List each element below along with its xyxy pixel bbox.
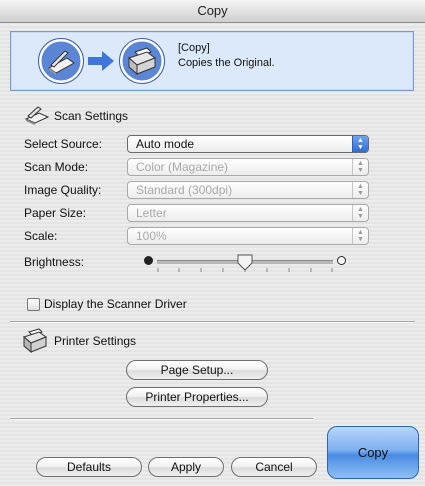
banner-description: Copies the Original.: [178, 57, 275, 69]
brightness-min-icon: [144, 256, 153, 265]
display-scanner-driver-checkbox[interactable]: [27, 298, 40, 311]
scan-settings-title: Scan Settings: [54, 109, 129, 123]
printer-properties-button[interactable]: Printer Properties...: [126, 387, 268, 407]
printer-icon: [23, 328, 48, 354]
arrow-right-icon: [88, 51, 114, 71]
scale-label: Scale:: [24, 229, 58, 243]
apply-button[interactable]: Apply: [148, 457, 224, 477]
brightness-label: Brightness:: [24, 255, 85, 269]
window-title: Copy: [0, 0, 425, 23]
defaults-button[interactable]: Defaults: [36, 457, 142, 477]
cancel-button[interactable]: Cancel: [231, 457, 317, 477]
image-quality-popup[interactable]: Standard (300dpi) ▲ ▼: [127, 181, 369, 199]
page-setup-button[interactable]: Page Setup...: [126, 360, 268, 380]
display-scanner-driver-label[interactable]: Display the Scanner Driver: [44, 297, 187, 311]
paper-size-label: Paper Size:: [24, 206, 87, 220]
scan-mode-label: Scan Mode:: [24, 160, 89, 174]
scale-popup[interactable]: 100% ▲ ▼: [127, 227, 369, 245]
stepper-arrows-icon: ▲ ▼: [352, 182, 368, 198]
function-banner: [Copy] Copies the Original.: [10, 31, 414, 91]
scan-mode-popup[interactable]: Color (Magazine) ▲ ▼: [127, 158, 369, 176]
select-source-popup[interactable]: Auto mode ▲ ▼: [127, 135, 369, 153]
select-source-label: Select Source:: [24, 137, 103, 151]
printer-settings-title: Printer Settings: [54, 334, 137, 348]
scale-value: 100%: [136, 229, 167, 243]
scanner-icon: [24, 106, 50, 125]
section-divider: [10, 321, 415, 323]
brightness-max-icon: [337, 256, 346, 265]
paper-size-popup[interactable]: Letter ▲ ▼: [127, 204, 369, 222]
scanner-icon: [38, 38, 84, 84]
image-quality-label: Image Quality:: [24, 183, 102, 197]
section-divider: [10, 418, 313, 420]
scan-mode-value: Color (Magazine): [136, 160, 229, 174]
copy-button[interactable]: Copy: [327, 426, 419, 479]
brightness-slider-thumb[interactable]: [236, 253, 254, 271]
stepper-arrows-icon: ▲ ▼: [352, 205, 368, 221]
stepper-arrows-icon: ▲ ▼: [352, 228, 368, 244]
select-source-value: Auto mode: [136, 137, 195, 151]
stepper-arrows-icon: ▲ ▼: [352, 159, 368, 175]
banner-heading: [Copy]: [178, 42, 210, 54]
paper-size-value: Letter: [136, 206, 167, 220]
image-quality-value: Standard (300dpi): [136, 183, 233, 197]
stepper-arrows-icon: ▲ ▼: [352, 136, 368, 152]
printer-icon: [119, 38, 165, 84]
